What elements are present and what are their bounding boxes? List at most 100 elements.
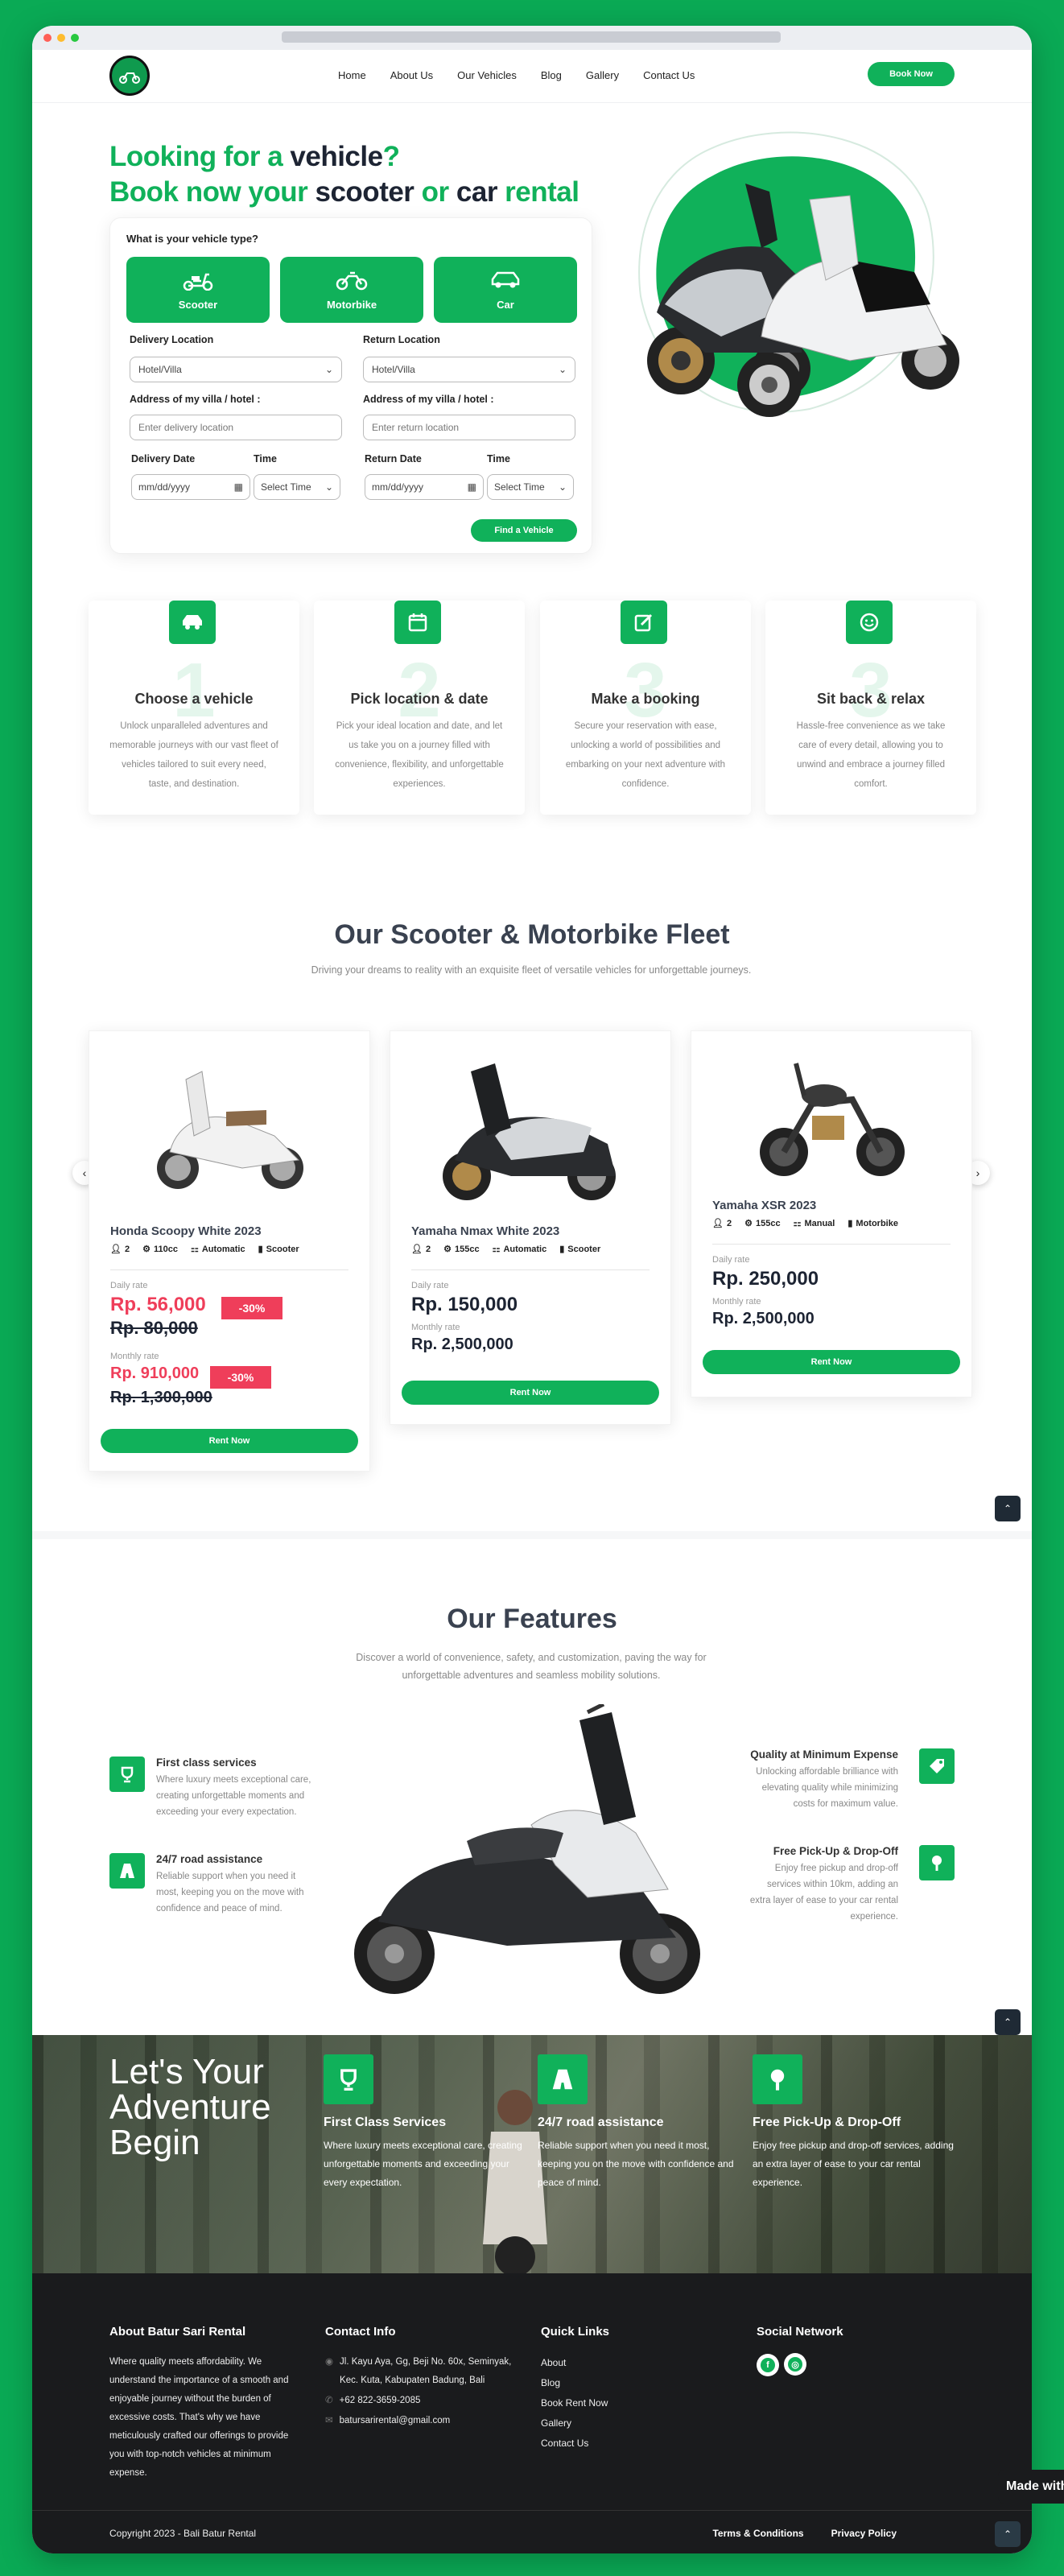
facebook-icon[interactable]: f bbox=[757, 2353, 779, 2376]
hero-scooters-image bbox=[638, 131, 959, 417]
step-description: Secure your reservation with ease, unloc… bbox=[565, 721, 726, 789]
return-date-input[interactable]: mm/dd/yyyy ▦ bbox=[365, 474, 484, 500]
delivery-date-input[interactable]: mm/dd/yyyy ▦ bbox=[131, 474, 250, 500]
adventure-column-title: First Class Services bbox=[324, 2116, 447, 2129]
transmission-spec: ⚏ Automatic bbox=[492, 1244, 547, 1255]
delivery-time-select[interactable]: Select Time ⌄ bbox=[254, 474, 340, 500]
book-now-button[interactable]: Book Now bbox=[868, 62, 955, 86]
footer-link-gallery[interactable]: Gallery bbox=[541, 2413, 702, 2434]
feature-item: Quality at Minimum Expense Unlocking aff… bbox=[745, 1748, 898, 1812]
vehicle-specs: 👤︎ 2 ⚙ 110cc ⚏ Automatic ▮ Scooter bbox=[110, 1244, 299, 1255]
mail-icon: ✉ bbox=[325, 2416, 333, 2425]
return-time-select[interactable]: Select Time ⌄ bbox=[487, 474, 574, 500]
footer-email[interactable]: ✉ batursarirental@gmail.com bbox=[325, 2412, 518, 2430]
footer-link-about[interactable]: About bbox=[541, 2353, 702, 2373]
nav-contact[interactable]: Contact Us bbox=[643, 69, 695, 81]
feature-title: Free Pick-Up & Drop-Off bbox=[773, 1845, 898, 1857]
vehicle-name: Honda Scoopy White 2023 bbox=[110, 1224, 262, 1238]
footer-link-contact[interactable]: Contact Us bbox=[541, 2434, 702, 2454]
monthly-price: Rp. 910,000 bbox=[110, 1364, 200, 1382]
vehicle-type-scooter[interactable]: Scooter bbox=[126, 257, 270, 323]
adventure-column-title: 24/7 road assistance bbox=[538, 2116, 664, 2129]
address-bar[interactable] bbox=[282, 31, 781, 43]
seats-spec: 👤︎ 2 bbox=[411, 1244, 431, 1255]
section-divider bbox=[32, 1531, 1032, 1539]
vehicle-image bbox=[443, 1063, 616, 1200]
trophy-icon bbox=[324, 2054, 373, 2104]
footer-link-blog[interactable]: Blog bbox=[541, 2373, 702, 2393]
daily-old-price: Rp. 80,000 bbox=[110, 1318, 198, 1338]
rent-now-button[interactable]: Rent Now bbox=[101, 1429, 358, 1453]
features-subtitle: Discover a world of convenience, safety,… bbox=[356, 1652, 707, 1681]
adventure-banner: Let's Your Adventure Begin First Class S… bbox=[32, 2035, 1032, 2273]
step-card: 3 Sit back & relax Hassle-free convenien… bbox=[765, 601, 976, 815]
chevron-down-icon: ⌄ bbox=[558, 481, 567, 493]
edit-icon bbox=[621, 601, 667, 644]
vehicle-image bbox=[157, 1071, 303, 1189]
vehicle-card: Honda Scoopy White 2023 👤︎ 2 ⚙ 110cc ⚏ Auto… bbox=[89, 1030, 370, 1472]
find-vehicle-button[interactable]: Find a Vehicle bbox=[471, 519, 577, 542]
step-title: Choose a vehicle bbox=[134, 691, 254, 707]
category-icon: ▮ bbox=[559, 1245, 565, 1254]
nav-blog[interactable]: Blog bbox=[541, 69, 562, 81]
scroll-top-icon[interactable]: ⌃ bbox=[995, 1496, 1021, 1521]
type-spec: ▮ Scooter bbox=[258, 1244, 299, 1255]
road-icon bbox=[538, 2054, 588, 2104]
scroll-top-icon[interactable]: ⌃ bbox=[995, 2009, 1021, 2035]
nav-about[interactable]: About Us bbox=[390, 69, 433, 81]
delivery-address-label: Address of my villa / hotel : bbox=[130, 394, 261, 405]
calendar-icon[interactable]: ▦ bbox=[234, 481, 243, 493]
adventure-column-description: Enjoy free pickup and drop-off services,… bbox=[753, 2140, 954, 2188]
engine-spec: ⚙ 155cc bbox=[443, 1244, 480, 1255]
engine-icon: ⚙ bbox=[744, 1219, 753, 1228]
delivery-address-input[interactable]: Enter delivery location bbox=[130, 415, 342, 440]
monthly-rate-label: Monthly rate bbox=[712, 1297, 761, 1307]
terms-link[interactable]: Terms & Conditions bbox=[712, 2528, 803, 2539]
nav-home[interactable]: Home bbox=[338, 69, 366, 81]
vehicle-type-label: Motorbike bbox=[326, 298, 377, 311]
delivery-time-label: Time bbox=[254, 453, 277, 464]
seats-spec: 👤︎ 2 bbox=[110, 1244, 130, 1255]
hero-section: Looking for a vehicle? Book now your sco… bbox=[32, 103, 1032, 566]
vehicle-type-label: Scooter bbox=[178, 298, 218, 311]
feature-item: Free Pick-Up & Drop-Off Enjoy free picku… bbox=[745, 1845, 898, 1925]
browser-chrome bbox=[32, 26, 1032, 50]
rent-now-button[interactable]: Rent Now bbox=[703, 1350, 960, 1374]
seats-spec: 👤︎ 2 bbox=[712, 1218, 732, 1229]
vehicle-name: Yamaha XSR 2023 bbox=[712, 1199, 817, 1212]
divider bbox=[110, 1269, 348, 1270]
close-dot-icon[interactable] bbox=[43, 34, 52, 42]
return-date-label: Return Date bbox=[365, 453, 422, 464]
user-icon: 👤︎ bbox=[411, 1245, 423, 1254]
maximize-dot-icon[interactable] bbox=[71, 34, 79, 42]
return-address-input[interactable]: Enter return location bbox=[363, 415, 575, 440]
return-location-select[interactable]: Hotel/Villa ⌄ bbox=[363, 357, 575, 382]
delivery-date-label: Delivery Date bbox=[131, 453, 196, 464]
footer-link-book[interactable]: Book Rent Now bbox=[541, 2393, 702, 2413]
feature-item: First class services Where luxury meets … bbox=[156, 1757, 317, 1820]
nav-gallery[interactable]: Gallery bbox=[586, 69, 619, 81]
footer-address: ◉ Jl. Kayu Aya, Gg, Beji No. 60x, Seminya… bbox=[325, 2353, 518, 2390]
brand-logo[interactable] bbox=[109, 56, 150, 96]
smile-icon bbox=[846, 601, 893, 644]
rent-now-button[interactable]: Rent Now bbox=[402, 1381, 659, 1405]
footer-about-text: Where quality meets affordability. We un… bbox=[109, 2357, 289, 2478]
made-with-badge[interactable]: Made with bbox=[998, 2470, 1064, 2504]
vehicle-type-motorbike[interactable]: Motorbike bbox=[280, 257, 423, 323]
legal-links: Terms & Conditions Privacy Policy bbox=[712, 2528, 897, 2539]
daily-price: Rp. 250,000 bbox=[712, 1268, 819, 1290]
delivery-location-select[interactable]: Hotel/Villa ⌄ bbox=[130, 357, 342, 382]
privacy-link[interactable]: Privacy Policy bbox=[831, 2528, 897, 2539]
vehicle-type-car[interactable]: Car bbox=[434, 257, 577, 323]
site-footer: About Batur Sari Rental Where quality me… bbox=[32, 2273, 1032, 2553]
footer-phone[interactable]: ✆ +62 822-3659-2085 bbox=[325, 2392, 518, 2410]
minimize-dot-icon[interactable] bbox=[57, 34, 65, 42]
scroll-top-icon[interactable]: ⌃ bbox=[995, 2521, 1021, 2547]
instagram-icon[interactable]: ◎ bbox=[784, 2353, 806, 2376]
monthly-price: Rp. 2,500,000 bbox=[712, 1310, 814, 1327]
nav-vehicles[interactable]: Our Vehicles bbox=[457, 69, 517, 81]
car-icon bbox=[491, 271, 520, 287]
feature-title: Quality at Minimum Expense bbox=[750, 1748, 898, 1761]
calendar-icon[interactable]: ▦ bbox=[468, 481, 476, 493]
scooter-icon bbox=[183, 273, 213, 291]
